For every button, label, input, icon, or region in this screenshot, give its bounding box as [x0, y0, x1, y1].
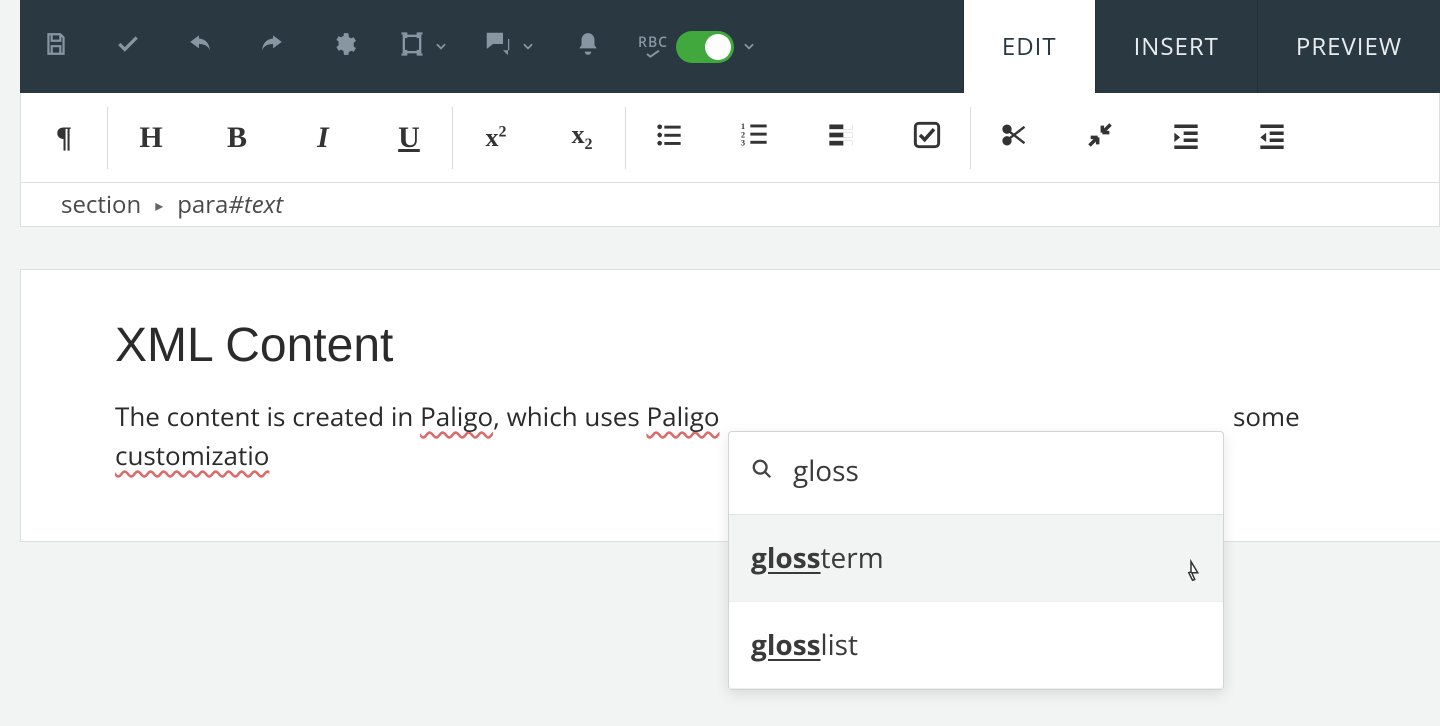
undo-button[interactable] [164, 0, 236, 93]
save-button[interactable] [20, 0, 92, 93]
superscript-icon: x2 [486, 123, 507, 153]
spellcheck-toggle[interactable]: RBC [624, 31, 770, 63]
collapse-button[interactable] [1057, 107, 1143, 169]
frame-icon [398, 30, 426, 63]
element-search-input[interactable] [793, 452, 1201, 490]
autocomplete-rest: list [821, 626, 858, 664]
cut-button[interactable] [971, 107, 1057, 169]
heading-button[interactable]: H [108, 107, 194, 169]
italic-icon: I [317, 121, 329, 155]
search-icon [751, 458, 773, 485]
document-title[interactable]: XML Content [115, 318, 1440, 373]
outdent-icon [1258, 121, 1286, 154]
abc-text: RBC [638, 36, 668, 50]
autocomplete-match: gloss [751, 539, 821, 577]
gear-icon [331, 31, 357, 62]
toggle-on-icon[interactable] [676, 31, 734, 63]
notifications-button[interactable] [552, 0, 624, 93]
mode-tabs: EDIT INSERT PREVIEW [963, 0, 1440, 93]
autocomplete-item-glossterm[interactable]: glossterm [729, 515, 1223, 602]
element-autocomplete-popup: glossterm glosslist [728, 431, 1224, 690]
redo-icon [259, 31, 285, 62]
misspelled-word[interactable]: customizatio [115, 437, 269, 473]
indent-icon [1172, 121, 1200, 154]
indent-button[interactable] [1143, 107, 1229, 169]
comments-icon [483, 29, 513, 64]
chevron-down-icon [521, 36, 535, 58]
main-toolbar: RBC EDIT INSERT PREVIEW [20, 0, 1440, 93]
pilcrow-icon: ¶ [56, 121, 72, 155]
numbered-list-button[interactable]: 123 [712, 107, 798, 169]
check-icon [115, 31, 141, 62]
popup-search-row [729, 432, 1223, 515]
breadcrumb-element[interactable]: para#text [177, 188, 283, 221]
bell-icon [575, 31, 601, 62]
superscript-button[interactable]: x2 [453, 107, 539, 169]
italic-button[interactable]: I [280, 107, 366, 169]
approve-button[interactable] [92, 0, 164, 93]
tab-preview[interactable]: PREVIEW [1257, 0, 1440, 93]
breadcrumb-section[interactable]: section [61, 188, 141, 221]
breadcrumb-element-name: para [177, 188, 228, 221]
body-text: , which uses [493, 398, 646, 434]
autocomplete-rest: term [821, 539, 884, 577]
abc-icon: RBC [638, 36, 668, 58]
settings-button[interactable] [308, 0, 380, 93]
formatting-toolbar: ¶ H B I U x2 x2 123 [20, 93, 1440, 183]
save-icon [43, 31, 69, 62]
bullet-list-icon [655, 121, 683, 154]
underline-icon: U [398, 121, 420, 155]
heading-icon: H [139, 121, 162, 155]
bold-icon: B [227, 121, 247, 155]
compress-icon [1086, 121, 1114, 154]
misspelled-word[interactable]: Paligo [420, 398, 493, 434]
chevron-down-icon [742, 36, 756, 58]
body-text: some [1233, 398, 1300, 434]
checklist-button[interactable] [884, 107, 970, 169]
tab-insert[interactable]: INSERT [1095, 0, 1257, 93]
tab-edit[interactable]: EDIT [963, 0, 1095, 93]
breadcrumb-separator-icon: ▸ [155, 194, 163, 216]
outdent-button[interactable] [1229, 107, 1315, 169]
checkbox-icon [913, 121, 941, 154]
underline-button[interactable]: U [366, 107, 452, 169]
flag-dropdown[interactable] [380, 30, 466, 63]
subscript-icon: x2 [572, 120, 593, 154]
paragraph-button[interactable]: ¶ [21, 107, 107, 169]
comments-dropdown[interactable] [466, 29, 552, 64]
bold-button[interactable]: B [194, 107, 280, 169]
autocomplete-item-glosslist[interactable]: glosslist [729, 602, 1223, 689]
breadcrumb: section ▸ para#text [20, 183, 1440, 227]
svg-text:3: 3 [741, 139, 745, 148]
redo-button[interactable] [236, 0, 308, 93]
subscript-button[interactable]: x2 [539, 107, 625, 169]
breadcrumb-node: #text [228, 188, 283, 221]
scissors-icon [1000, 121, 1028, 154]
numbered-list-icon: 123 [741, 121, 769, 154]
undo-icon [187, 31, 213, 62]
autocomplete-match: gloss [751, 626, 821, 664]
definition-list-icon [827, 121, 855, 154]
chevron-down-icon [434, 36, 448, 58]
misspelled-word[interactable]: Paligo [646, 398, 719, 434]
cursor-pointer-icon [1185, 559, 1203, 585]
bullet-list-button[interactable] [626, 107, 712, 169]
body-text: The content is created in [115, 398, 420, 434]
definition-list-button[interactable] [798, 107, 884, 169]
